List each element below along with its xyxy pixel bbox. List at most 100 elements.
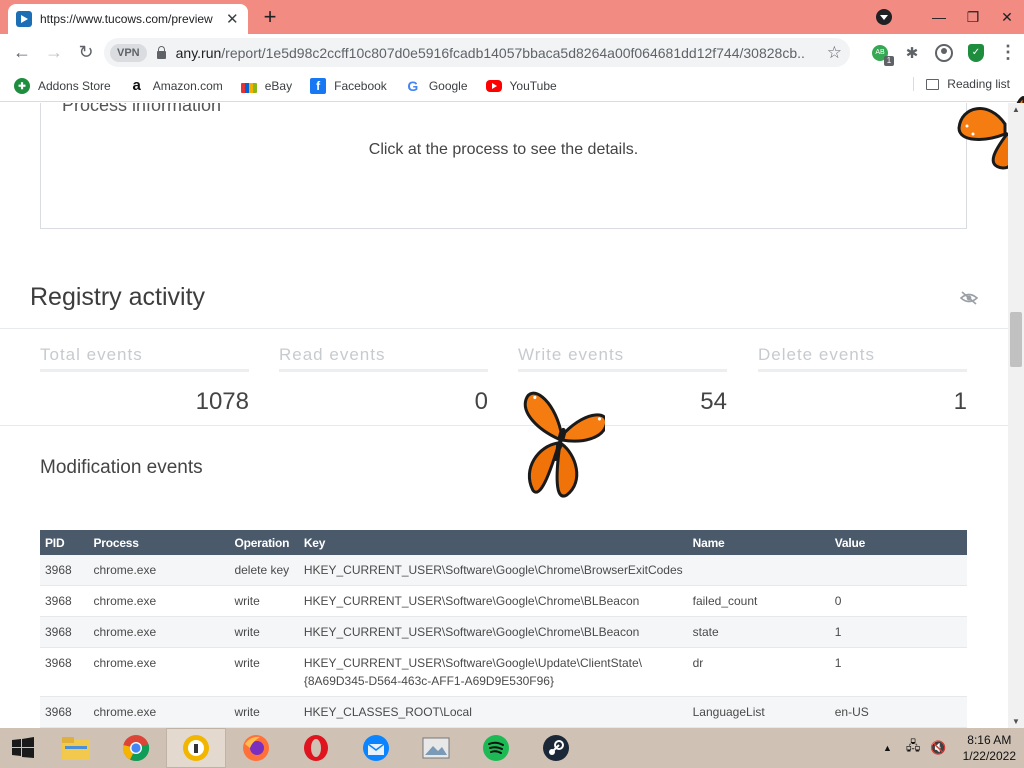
- stat-label: Write events: [518, 345, 727, 372]
- column-header-process[interactable]: Process: [88, 530, 230, 555]
- taskbar-opera[interactable]: [286, 728, 346, 768]
- cell-process: chrome.exe: [88, 696, 230, 728]
- cell-name: failed_count: [687, 585, 830, 617]
- profile-icon: [935, 43, 953, 62]
- security-extension-button[interactable]: ✓: [960, 43, 992, 62]
- bookmark-ebay[interactable]: eBay: [240, 79, 292, 93]
- stat-value: 0: [474, 388, 488, 415]
- taskbar-steam[interactable]: [526, 728, 586, 768]
- taskbar-firefox[interactable]: [226, 728, 286, 768]
- tab-close-button[interactable]: ✕: [226, 10, 239, 28]
- cell-process: chrome.exe: [88, 585, 230, 617]
- cell-process: chrome.exe: [88, 647, 230, 697]
- table-row[interactable]: 3968 chrome.exe write HKEY_CURRENT_USER\…: [40, 616, 967, 648]
- table-row[interactable]: 3968 chrome.exe delete key HKEY_CURRENT_…: [40, 555, 967, 586]
- table-row[interactable]: 3968 chrome.exe write HKEY_CURRENT_USER\…: [40, 647, 967, 697]
- cell-operation: write: [229, 696, 299, 728]
- start-button[interactable]: [0, 728, 46, 768]
- column-header-value[interactable]: Value: [829, 530, 967, 555]
- page-scrollbar[interactable]: ▲ ▼: [1008, 103, 1024, 728]
- cell-process: chrome.exe: [88, 616, 230, 648]
- taskbar-chrome[interactable]: [106, 728, 166, 768]
- browser-toolbar: ← → ↻ VPN any.run/report/1e5d98c2ccff10c…: [0, 34, 1024, 71]
- cell-process: chrome.exe: [88, 555, 230, 586]
- extensions-button[interactable]: ✱: [896, 44, 928, 62]
- scroll-thumb[interactable]: [1010, 312, 1022, 367]
- taskbar-thunderbird[interactable]: [346, 728, 406, 768]
- new-tab-button[interactable]: +: [258, 4, 282, 30]
- bookmark-amazon[interactable]: a Amazon.com: [129, 78, 223, 94]
- profile-button[interactable]: [928, 43, 960, 62]
- reload-icon[interactable]: ↻: [70, 42, 102, 63]
- url-text[interactable]: any.run/report/1e5d98c2ccff10c807d0e5916…: [176, 45, 806, 61]
- stat-read-events: Read events 0: [279, 345, 488, 416]
- forward-arrow-icon[interactable]: →: [38, 42, 70, 63]
- back-arrow-icon[interactable]: ←: [6, 42, 38, 63]
- extension-ab-button[interactable]: AB 1: [864, 44, 896, 66]
- cell-key: HKEY_CURRENT_USER\Software\Google\Chrome…: [298, 616, 688, 648]
- cell-name: LanguageList: [687, 696, 830, 728]
- column-header-key[interactable]: Key: [298, 530, 688, 555]
- reading-list-button[interactable]: Reading list: [913, 77, 1010, 91]
- taskbar-file-explorer[interactable]: [46, 728, 106, 768]
- process-information-title: Process information: [62, 103, 222, 115]
- puzzle-icon: ✱: [905, 44, 919, 62]
- cell-key: HKEY_CLASSES_ROOT\Local: [298, 696, 688, 728]
- cell-pid: 3968: [40, 696, 89, 728]
- bookmark-facebook[interactable]: f Facebook: [310, 78, 387, 94]
- close-window-button[interactable]: ✕: [990, 9, 1024, 26]
- network-icon[interactable]: 🖧: [906, 737, 921, 759]
- adblock-label: AB: [875, 48, 885, 56]
- page-content: Process information Click at the process…: [0, 103, 1008, 728]
- stat-label: Read events: [279, 345, 488, 372]
- tab-search-icon[interactable]: [876, 9, 892, 25]
- cell-pid: 3968: [40, 585, 89, 617]
- vpn-badge[interactable]: VPN: [110, 43, 147, 62]
- cell-key: HKEY_CURRENT_USER\Software\Google\Chrome…: [298, 585, 688, 617]
- taskbar-spotify[interactable]: [466, 728, 526, 768]
- bookmark-google[interactable]: G Google: [405, 78, 467, 94]
- column-header-operation[interactable]: Operation: [229, 530, 299, 555]
- cell-name: dr: [687, 647, 830, 697]
- cell-operation: write: [229, 585, 299, 617]
- butterfly-overlay-icon: [523, 391, 605, 498]
- scroll-up-arrow-icon[interactable]: ▲: [1008, 105, 1024, 114]
- taskbar-photo-viewer[interactable]: [406, 728, 466, 768]
- lock-icon[interactable]: [156, 45, 166, 59]
- bookmark-label: Addons Store: [38, 79, 111, 93]
- bookmark-youtube[interactable]: YouTube: [485, 79, 557, 93]
- process-details-hint: Click at the process to see the details.: [368, 141, 639, 158]
- column-header-pid[interactable]: PID: [40, 530, 89, 555]
- table-row[interactable]: 3968 chrome.exe write HKEY_CURRENT_USER\…: [40, 585, 967, 617]
- bookmark-label: Amazon.com: [152, 79, 223, 93]
- reading-list-label: Reading list: [947, 77, 1010, 91]
- hide-eye-icon[interactable]: [960, 291, 978, 305]
- tucows-favicon-icon: [16, 11, 32, 27]
- cell-pid: 3968: [40, 647, 89, 697]
- steam-icon: [543, 735, 569, 761]
- amazon-icon: a: [132, 77, 141, 94]
- menu-button[interactable]: ⋮: [992, 42, 1024, 63]
- cell-key: HKEY_CURRENT_USER\Software\Google\Chrome…: [298, 555, 688, 586]
- clock-time: 8:16 AM: [967, 733, 1012, 747]
- taskbar-norton[interactable]: [166, 728, 226, 768]
- browser-tab[interactable]: https://www.tucows.com/preview ✕: [8, 4, 248, 34]
- tab-title: https://www.tucows.com/preview: [40, 12, 213, 26]
- table-row[interactable]: 3968 chrome.exe write HKEY_CLASSES_ROOT\…: [40, 696, 967, 728]
- stat-total-events: Total events 1078: [40, 345, 249, 416]
- taskbar-clock[interactable]: 8:16 AM 1/22/2022: [963, 732, 1016, 764]
- column-header-name[interactable]: Name: [687, 530, 830, 555]
- show-hidden-icons-icon[interactable]: ▲: [883, 743, 892, 753]
- chrome-icon: [122, 735, 150, 762]
- restore-button[interactable]: ❐: [956, 9, 990, 26]
- bookmark-addons-store[interactable]: ✚ Addons Store: [14, 78, 111, 94]
- cell-operation: write: [229, 616, 299, 648]
- address-bar[interactable]: VPN any.run/report/1e5d98c2ccff10c807d0e…: [104, 38, 850, 67]
- volume-muted-icon[interactable]: 🔇: [930, 740, 946, 756]
- url-host: any.run: [175, 44, 222, 61]
- minimize-button[interactable]: —: [922, 9, 956, 25]
- cell-operation: delete key: [229, 555, 299, 586]
- thunderbird-icon: [363, 735, 389, 761]
- bookmark-star-icon[interactable]: ☆: [827, 43, 842, 63]
- scroll-down-arrow-icon[interactable]: ▼: [1008, 717, 1024, 726]
